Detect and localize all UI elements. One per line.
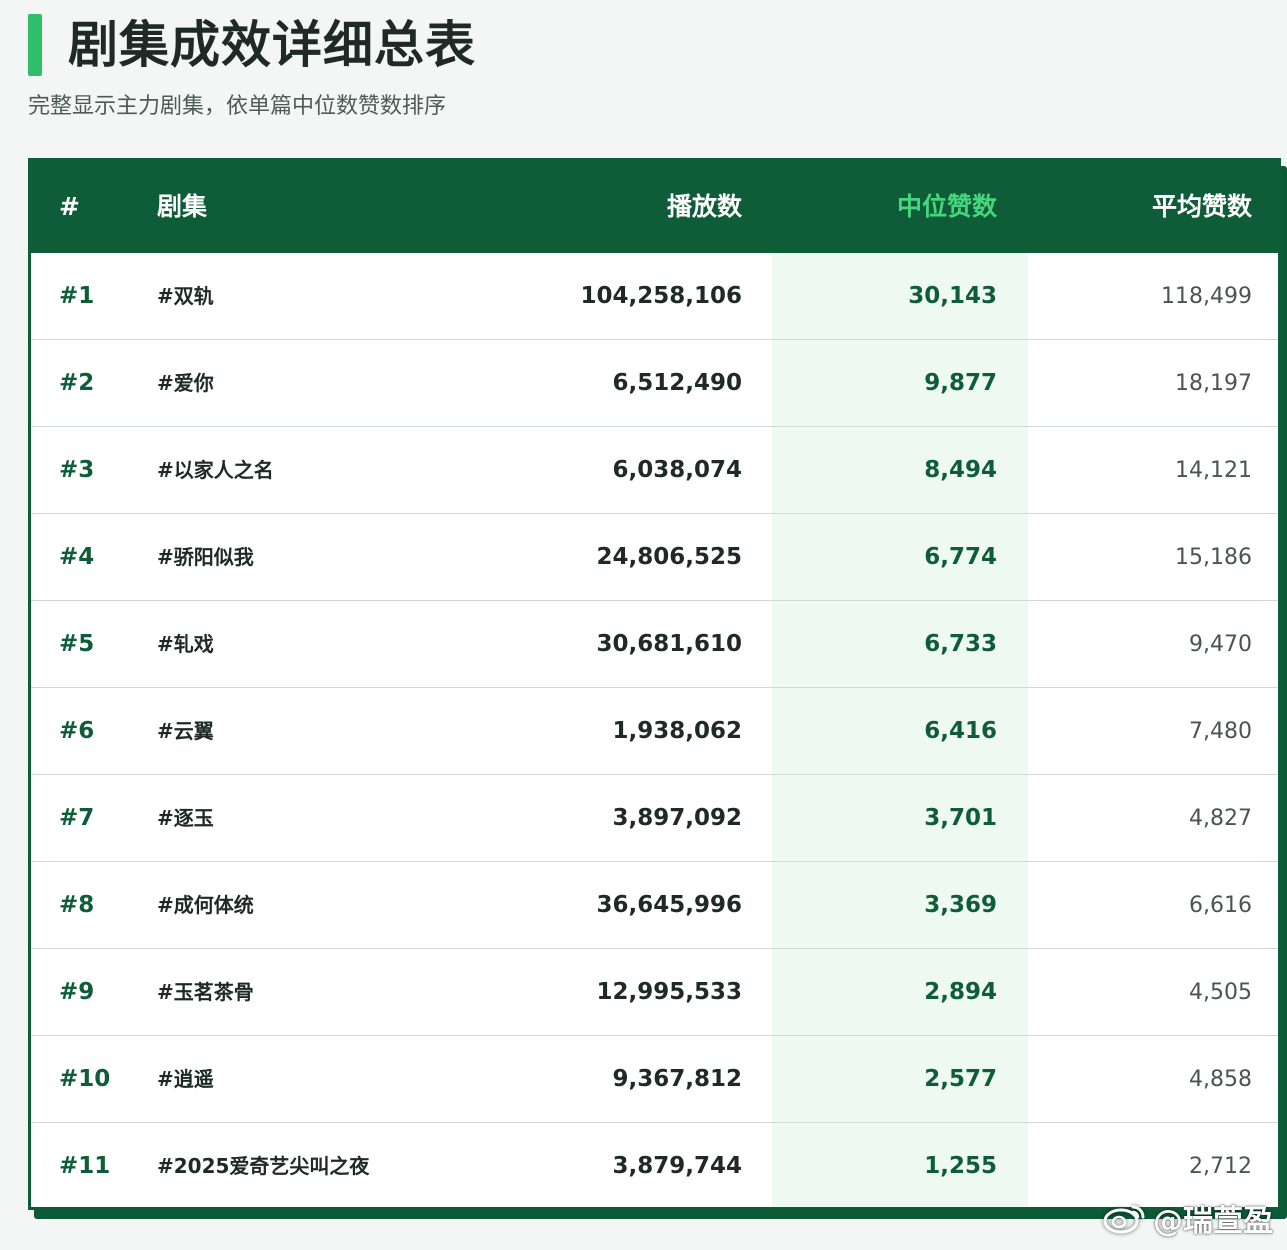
rank-cell: #2	[59, 370, 95, 396]
table-header: # 剧集 播放数 中位赞数 平均赞数	[31, 161, 1278, 253]
rank-cell: #8	[59, 892, 95, 918]
page-title: 剧集成效详细总表	[68, 16, 476, 74]
rank-cell: #5	[59, 631, 95, 657]
plays-cell: 6,512,490	[612, 370, 743, 396]
median-likes-cell: 30,143	[908, 283, 997, 309]
median-likes-cell: 2,577	[924, 1066, 997, 1092]
header-plays[interactable]: 播放数	[667, 161, 742, 253]
series-name-cell: #逐玉	[157, 806, 214, 830]
avg-likes-cell: 6,616	[1189, 893, 1252, 918]
series-name-cell: #玉茗茶骨	[157, 980, 254, 1004]
avg-likes-cell: 9,470	[1189, 632, 1252, 657]
plays-cell: 3,897,092	[612, 805, 743, 831]
plays-cell: 3,879,744	[612, 1153, 743, 1179]
avg-likes-cell: 118,499	[1161, 284, 1252, 309]
weibo-icon	[1103, 1205, 1145, 1234]
median-likes-cell: 6,733	[924, 631, 997, 657]
table-row[interactable]: #10 #逍遥 9,367,812 2,577 4,858	[31, 1036, 1278, 1123]
series-name-cell: #逍遥	[157, 1067, 214, 1091]
plays-cell: 36,645,996	[596, 892, 742, 918]
plays-cell: 1,938,062	[612, 718, 743, 744]
avg-likes-cell: 4,858	[1189, 1067, 1252, 1092]
avg-likes-cell: 18,197	[1175, 371, 1252, 396]
series-name-cell: #骄阳似我	[157, 545, 254, 569]
rank-cell: #10	[59, 1066, 111, 1092]
data-table: # 剧集 播放数 中位赞数 平均赞数 #1 #双轨 104,258,106 30,14…	[28, 158, 1281, 1210]
header-rank[interactable]: #	[59, 161, 80, 253]
series-name-cell: #轧戏	[157, 632, 214, 656]
plays-cell: 30,681,610	[596, 631, 742, 657]
plays-cell: 9,367,812	[612, 1066, 743, 1092]
plays-cell: 24,806,525	[596, 544, 742, 570]
rank-cell: #9	[59, 979, 95, 1005]
avg-likes-cell: 15,186	[1175, 545, 1252, 570]
plays-cell: 6,038,074	[612, 457, 743, 483]
plays-cell: 104,258,106	[580, 283, 742, 309]
table-row[interactable]: #4 #骄阳似我 24,806,525 6,774 15,186	[31, 514, 1278, 601]
avg-likes-cell: 4,827	[1189, 806, 1252, 831]
rank-cell: #6	[59, 718, 95, 744]
median-likes-cell: 1,255	[924, 1153, 997, 1179]
series-name-cell: #云翼	[157, 719, 214, 743]
header-avg-likes[interactable]: 平均赞数	[1152, 161, 1252, 253]
table-row[interactable]: #2 #爱你 6,512,490 9,877 18,197	[31, 340, 1278, 427]
median-likes-cell: 2,894	[924, 979, 997, 1005]
table-row[interactable]: #5 #轧戏 30,681,610 6,733 9,470	[31, 601, 1278, 688]
series-name-cell: #以家人之名	[157, 458, 274, 482]
avg-likes-cell: 14,121	[1175, 458, 1252, 483]
series-name-cell: #成何体统	[157, 893, 254, 917]
table-row[interactable]: #3 #以家人之名 6,038,074 8,494 14,121	[31, 427, 1278, 514]
avg-likes-cell: 7,480	[1189, 719, 1252, 744]
table-row[interactable]: #8 #成何体统 36,645,996 3,369 6,616	[31, 862, 1278, 949]
median-likes-cell: 3,701	[924, 805, 997, 831]
median-likes-cell: 8,494	[924, 457, 997, 483]
avg-likes-cell: 4,505	[1189, 980, 1252, 1005]
median-likes-cell: 6,416	[924, 718, 997, 744]
table-row[interactable]: #1 #双轨 104,258,106 30,143 118,499	[31, 253, 1278, 340]
series-name-cell: #2025爱奇艺尖叫之夜	[157, 1154, 370, 1178]
rank-cell: #4	[59, 544, 95, 570]
series-name-cell: #爱你	[157, 371, 214, 395]
table-row[interactable]: #7 #逐玉 3,897,092 3,701 4,827	[31, 775, 1278, 862]
table-row[interactable]: #9 #玉茗茶骨 12,995,533 2,894 4,505	[31, 949, 1278, 1036]
median-likes-cell: 9,877	[924, 370, 997, 396]
median-likes-cell: 6,774	[924, 544, 997, 570]
title-accent-bar	[28, 14, 42, 76]
watermark-text: @瑞萱盈	[1153, 1204, 1273, 1239]
plays-cell: 12,995,533	[596, 979, 742, 1005]
rank-cell: #7	[59, 805, 95, 831]
header-median-likes[interactable]: 中位赞数	[897, 161, 997, 253]
table-row[interactable]: #6 #云翼 1,938,062 6,416 7,480	[31, 688, 1278, 775]
rank-cell: #1	[59, 283, 95, 309]
median-likes-cell: 3,369	[924, 892, 997, 918]
watermark: @瑞萱盈	[1103, 1198, 1273, 1239]
page-subtitle: 完整显示主力剧集，依单篇中位数赞数排序	[28, 94, 447, 119]
series-name-cell: #双轨	[157, 284, 214, 308]
table-row[interactable]: #11 #2025爱奇艺尖叫之夜 3,879,744 1,255 2,712	[31, 1123, 1278, 1207]
header-name[interactable]: 剧集	[157, 161, 207, 253]
rank-cell: #11	[59, 1153, 111, 1179]
rank-cell: #3	[59, 457, 95, 483]
